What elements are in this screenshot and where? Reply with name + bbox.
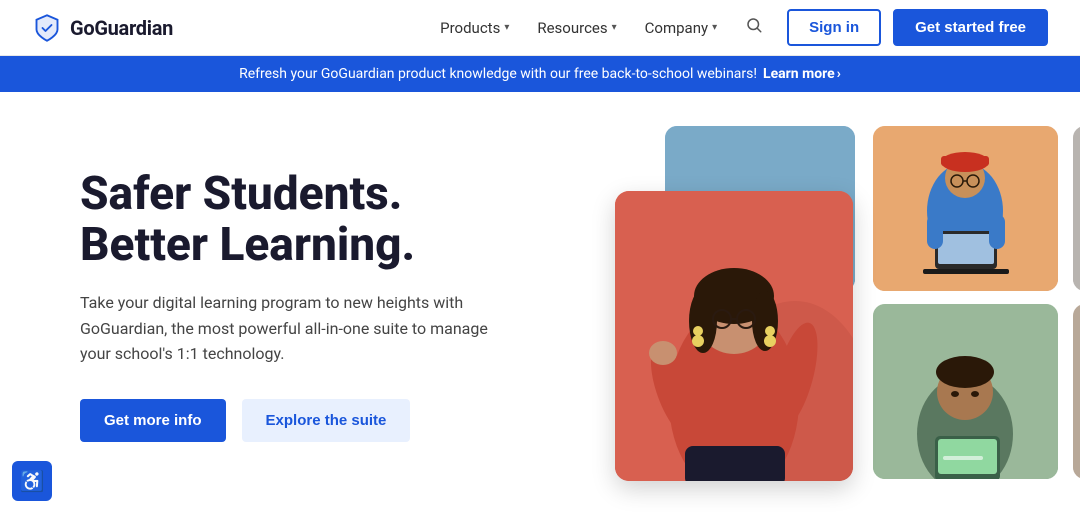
illustration-main-card: [615, 191, 853, 481]
nav-company[interactable]: Company ▾: [633, 11, 729, 45]
illustration-card-2: [873, 126, 1058, 291]
nav-links: Products ▾ Resources ▾ Company ▾ Sign in…: [428, 8, 1048, 47]
banner-learn-more-link[interactable]: Learn more ›: [763, 66, 841, 82]
products-chevron-icon: ▾: [504, 22, 509, 33]
logo[interactable]: GoGuardian: [32, 13, 173, 43]
resources-chevron-icon: ▾: [612, 22, 617, 33]
illustration-figure-2: [873, 304, 1058, 479]
search-button[interactable]: [733, 8, 775, 47]
illustration-figure-1: [873, 126, 1058, 291]
hero-section: Safer Students. Better Learning. Take yo…: [0, 92, 1080, 519]
get-more-info-button[interactable]: Get more info: [80, 399, 226, 442]
hero-heading: Safer Students. Better Learning.: [80, 169, 580, 270]
illustration-figure-3: [1073, 304, 1080, 479]
hero-content: Safer Students. Better Learning. Take yo…: [80, 169, 580, 442]
search-icon: [745, 16, 763, 34]
hero-illustration: [580, 132, 1020, 479]
nav-products[interactable]: Products ▾: [428, 11, 521, 45]
banner-text: Refresh your GoGuardian product knowledg…: [239, 66, 757, 82]
illustration-card-4: [1073, 304, 1080, 479]
illustration-figure-4: [1073, 126, 1080, 291]
illustration-card-3: [873, 304, 1058, 479]
illustration-figure-main: [615, 191, 853, 481]
hero-buttons: Get more info Explore the suite: [80, 399, 580, 442]
nav-resources[interactable]: Resources ▾: [525, 11, 628, 45]
illustration-card-5: [1073, 126, 1080, 291]
announcement-banner: Refresh your GoGuardian product knowledg…: [0, 56, 1080, 92]
accessibility-button[interactable]: ♿: [12, 461, 52, 501]
hero-subtext: Take your digital learning program to ne…: [80, 290, 500, 367]
signin-button[interactable]: Sign in: [787, 9, 881, 46]
accessibility-icon: ♿: [20, 469, 45, 493]
company-chevron-icon: ▾: [712, 22, 717, 33]
navbar: GoGuardian Products ▾ Resources ▾ Compan…: [0, 0, 1080, 56]
getstarted-button[interactable]: Get started free: [893, 9, 1048, 46]
goguardian-logo-icon: [32, 13, 62, 43]
explore-suite-button[interactable]: Explore the suite: [242, 399, 411, 442]
logo-text: GoGuardian: [70, 16, 173, 40]
